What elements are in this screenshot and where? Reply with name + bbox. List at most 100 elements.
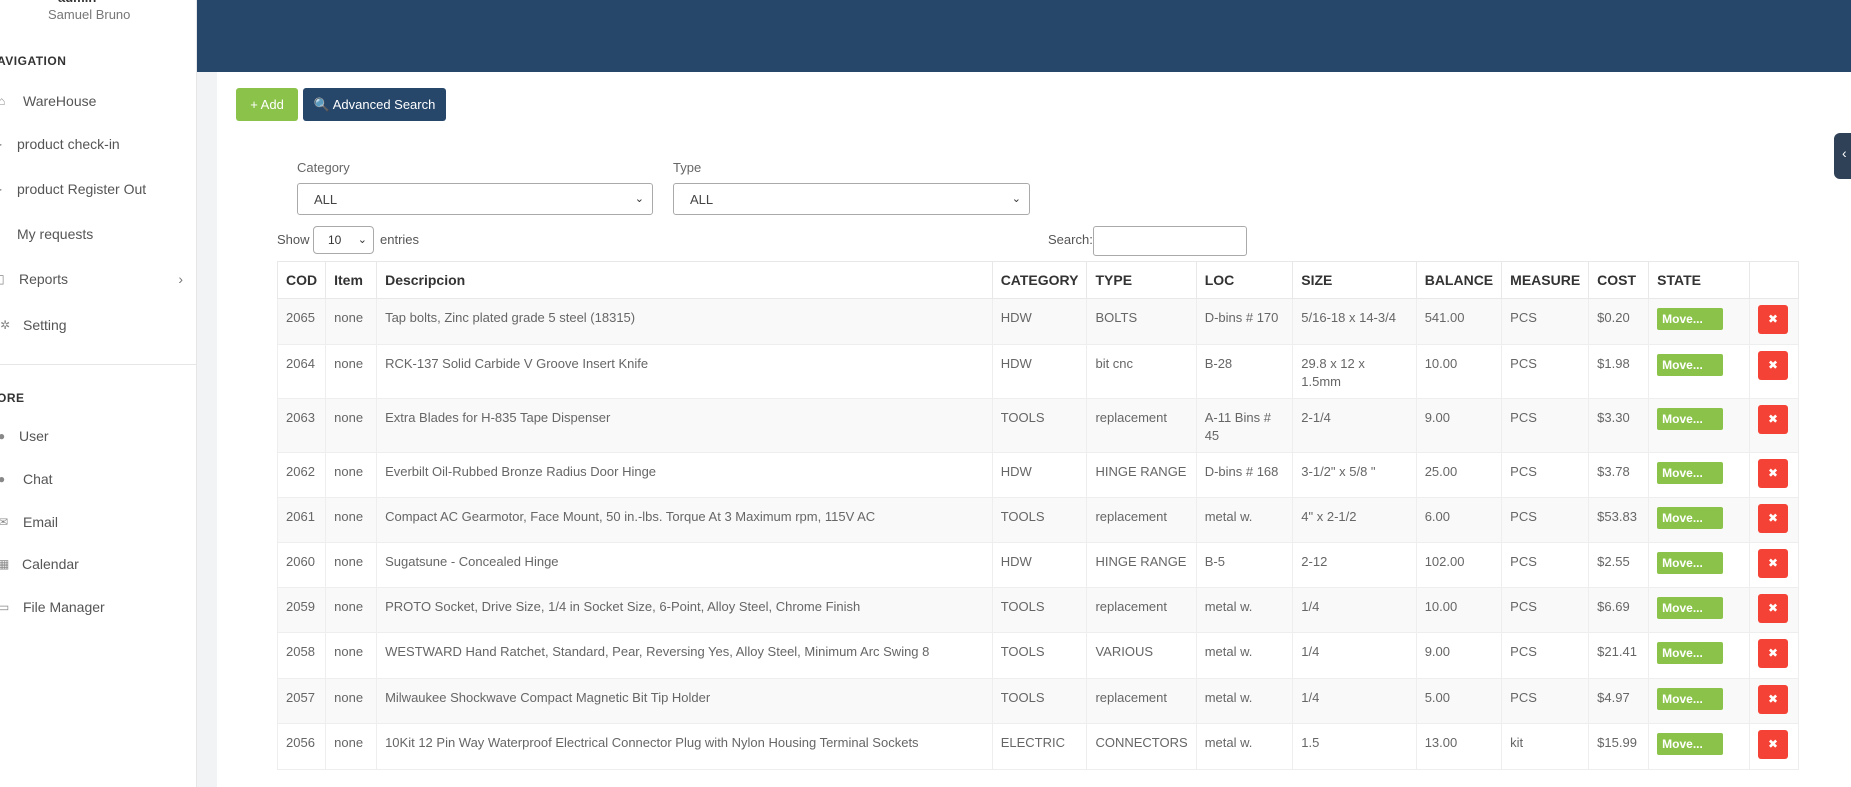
- table-cell: $1.98: [1588, 344, 1650, 399]
- table-cell: none: [325, 587, 378, 633]
- delete-button[interactable]: ✖: [1757, 405, 1788, 434]
- user-role: admin: [58, 0, 96, 5]
- table-cell: 9.00: [1415, 398, 1503, 453]
- column-header[interactable]: COD: [276, 261, 327, 299]
- table-cell: 2056: [276, 723, 327, 770]
- nav-divider: [0, 364, 196, 365]
- nav-item-label: Reports: [19, 271, 69, 287]
- move-state-button[interactable]: Move...: [1657, 408, 1724, 430]
- nav-item-label: User: [19, 428, 49, 444]
- move-state-button[interactable]: Move...: [1657, 354, 1724, 376]
- table-cell: none: [325, 497, 378, 543]
- delete-button[interactable]: ✖: [1757, 305, 1788, 334]
- move-state-button[interactable]: Move...: [1657, 642, 1724, 664]
- delete-button[interactable]: ✖: [1757, 549, 1788, 578]
- table-cell: Tap bolts, Zinc plated grade 5 steel (18…: [376, 298, 993, 345]
- table-cell: replacement: [1086, 497, 1197, 543]
- delete-button[interactable]: ✖: [1757, 459, 1788, 488]
- move-state-button[interactable]: Move...: [1657, 688, 1724, 710]
- table-cell: Milwaukee Shockwave Compact Magnetic Bit…: [376, 678, 993, 724]
- delete-button[interactable]: ✖: [1757, 685, 1788, 714]
- nav-header-more: ORE: [0, 391, 25, 405]
- search-input[interactable]: [1093, 226, 1247, 256]
- logout-icon: ▸: [0, 182, 2, 196]
- move-state-button[interactable]: Move...: [1657, 308, 1724, 330]
- column-header[interactable]: [1748, 261, 1800, 299]
- table-cell-actions: ✖: [1748, 587, 1800, 633]
- table-cell: $53.83: [1588, 497, 1650, 543]
- table-cell: 2-12: [1292, 542, 1417, 588]
- nav-item-email[interactable]: ✉ Email: [0, 507, 196, 537]
- table-row: 2061 none Compact AC Gearmotor, Face Mount…: [276, 497, 1800, 543]
- column-header[interactable]: TYPE: [1086, 261, 1197, 299]
- delete-button[interactable]: ✖: [1757, 504, 1788, 533]
- nav-item-file-manager[interactable]: ▭ File Manager: [0, 592, 196, 622]
- settings-toggle-tab[interactable]: ‹: [1834, 133, 1851, 179]
- move-state-button[interactable]: Move...: [1657, 507, 1724, 529]
- column-header[interactable]: LOC: [1195, 261, 1294, 299]
- table-cell-state: Move...: [1648, 587, 1750, 633]
- nav-item-warehouse[interactable]: ⌂ WareHouse: [0, 86, 196, 116]
- nav-item-label: WareHouse: [23, 93, 97, 109]
- table-cell: B-5: [1195, 542, 1294, 588]
- column-header[interactable]: BALANCE: [1415, 261, 1503, 299]
- table-row: 2062 none Everbilt Oil-Rubbed Bronze Radiu…: [276, 452, 1800, 498]
- advanced-search-button[interactable]: 🔍 Advanced Search: [303, 88, 446, 121]
- login-icon: ▸: [0, 137, 2, 151]
- table-cell: 102.00: [1415, 542, 1503, 588]
- nav-item-chat[interactable]: ● Chat: [0, 464, 196, 494]
- entries-length-value: 10: [328, 233, 342, 247]
- column-header[interactable]: CATEGORY: [991, 261, 1088, 299]
- table-cell: 2064: [276, 344, 327, 399]
- move-state-button[interactable]: Move...: [1657, 462, 1724, 484]
- table-cell: Everbilt Oil-Rubbed Bronze Radius Door H…: [376, 452, 993, 498]
- table-cell: 29.8 x 12 x 1.5mm: [1292, 344, 1417, 399]
- delete-button[interactable]: ✖: [1757, 730, 1788, 759]
- table-cell: 541.00: [1415, 298, 1503, 345]
- home-icon: ⌂: [0, 94, 5, 108]
- column-header[interactable]: STATE: [1648, 261, 1750, 299]
- type-select-value: ALL: [690, 191, 714, 207]
- nav-item-label: product Register Out: [17, 181, 147, 197]
- column-header[interactable]: MEASURE: [1501, 261, 1590, 299]
- table-cell: 10.00: [1415, 587, 1503, 633]
- user-name: Samuel Bruno: [48, 7, 131, 22]
- type-select[interactable]: ALL ⌄: [673, 183, 1030, 215]
- chevron-down-icon: ⌄: [1011, 193, 1021, 205]
- table-cell: PROTO Socket, Drive Size, 1/4 in Socket …: [376, 587, 993, 633]
- table-cell: none: [325, 298, 378, 345]
- entries-length-select[interactable]: 10 ⌄: [313, 226, 374, 254]
- table-cell: none: [325, 542, 378, 588]
- top-header: [197, 0, 1851, 72]
- nav-item-user[interactable]: ● User: [0, 421, 196, 451]
- column-header[interactable]: SIZE: [1292, 261, 1417, 299]
- column-header[interactable]: COST: [1588, 261, 1650, 299]
- table-cell-state: Move...: [1648, 723, 1750, 770]
- move-state-button[interactable]: Move...: [1657, 597, 1724, 619]
- nav-item-product-register-out[interactable]: ▸ product Register Out: [0, 174, 196, 204]
- category-select[interactable]: ALL ⌄: [297, 183, 653, 215]
- table-cell: replacement: [1086, 398, 1197, 453]
- add-button[interactable]: + Add: [236, 88, 298, 121]
- table-cell-state: Move...: [1648, 542, 1750, 588]
- table-cell: HDW: [991, 298, 1088, 345]
- nav-item-product-check-in[interactable]: ▸ product check-in: [0, 129, 196, 159]
- nav-item-calendar[interactable]: ▦ Calendar: [0, 549, 196, 579]
- table-cell: A-11 Bins # 45: [1195, 398, 1294, 453]
- table-row: 2064 none RCK-137 Solid Carbide V Groove I…: [276, 344, 1800, 399]
- nav-item-setting[interactable]: ✲ Setting: [0, 310, 196, 340]
- column-header[interactable]: Item: [325, 261, 378, 299]
- delete-button[interactable]: ✖: [1757, 594, 1788, 623]
- chevron-down-icon: ⌄: [634, 193, 644, 205]
- delete-button[interactable]: ✖: [1757, 639, 1788, 668]
- gear-icon: ✲: [0, 318, 11, 332]
- nav-item-my-requests[interactable]: ▪ My requests: [0, 219, 196, 249]
- nav-item-reports[interactable]: ▯ Reports ›: [0, 264, 196, 294]
- move-state-button[interactable]: Move...: [1657, 733, 1724, 755]
- move-state-button[interactable]: Move...: [1657, 552, 1724, 574]
- delete-button[interactable]: ✖: [1757, 351, 1788, 380]
- column-header[interactable]: Descripcion: [376, 261, 993, 299]
- table-cell: none: [325, 678, 378, 724]
- table-cell: 2065: [276, 298, 327, 345]
- table-cell: 10Kit 12 Pin Way Waterproof Electrical C…: [376, 723, 993, 770]
